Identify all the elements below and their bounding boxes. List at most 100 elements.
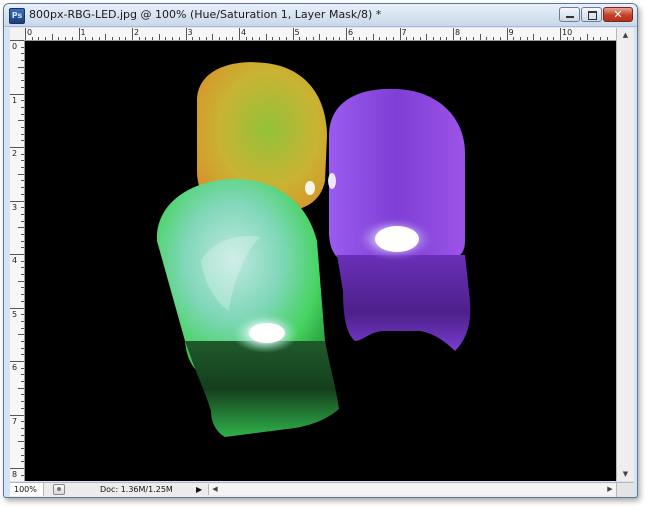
ruler-tick bbox=[21, 407, 24, 409]
ruler-tick bbox=[419, 37, 421, 40]
ruler-label: 5 bbox=[294, 28, 300, 37]
ruler-tick bbox=[132, 28, 133, 40]
ruler-tick bbox=[21, 80, 24, 82]
ruler-tick bbox=[359, 37, 361, 40]
ruler-tick bbox=[21, 106, 24, 108]
ruler-label: 9 bbox=[508, 28, 514, 37]
ruler-tick bbox=[560, 28, 561, 40]
image-canvas[interactable] bbox=[25, 41, 616, 481]
ruler-tick bbox=[158, 34, 160, 40]
ruler-tick bbox=[606, 37, 608, 40]
ruler-tick bbox=[493, 37, 495, 40]
status-bar: 100% Doc: 1.36M/1.25M ▶ ◀ ▶ bbox=[10, 482, 617, 497]
ruler-tick bbox=[21, 454, 24, 456]
scroll-right-arrow-icon[interactable]: ▶ bbox=[604, 484, 616, 495]
ruler-tick bbox=[10, 468, 24, 469]
ruler-tick bbox=[21, 287, 24, 289]
ruler-tick bbox=[172, 37, 174, 40]
ruler-tick bbox=[178, 37, 180, 40]
horizontal-scrollbar[interactable]: ◀ ▶ bbox=[208, 484, 617, 495]
maximize-button[interactable] bbox=[581, 7, 602, 22]
ruler-tick bbox=[372, 34, 374, 40]
ruler-tick bbox=[21, 447, 24, 449]
ruler-label: 1 bbox=[80, 28, 86, 37]
ruler-tick bbox=[272, 37, 274, 40]
ruler-tick bbox=[399, 28, 401, 40]
scroll-down-arrow-icon[interactable]: ▼ bbox=[617, 467, 634, 481]
horizontal-ruler[interactable]: 0 1 2 3 4 5 6 7 8 9 10 bbox=[24, 28, 616, 41]
ruler-tick bbox=[432, 37, 434, 40]
doc-size-info: Doc: 1.36M/1.25M bbox=[100, 485, 173, 494]
ruler-tick bbox=[45, 37, 47, 40]
minimize-button[interactable] bbox=[559, 7, 580, 22]
ruler-tick bbox=[319, 34, 321, 40]
ruler-tick bbox=[18, 387, 24, 389]
ruler-tick bbox=[21, 314, 24, 316]
ruler-label: 8 bbox=[455, 28, 461, 37]
purple-led bbox=[328, 88, 471, 351]
ruler-tick bbox=[138, 37, 140, 40]
status-options-icon[interactable] bbox=[53, 484, 65, 495]
ruler-tick bbox=[212, 34, 214, 40]
ruler-tick bbox=[580, 37, 582, 40]
ruler-tick bbox=[21, 381, 24, 383]
ruler-tick bbox=[21, 140, 24, 142]
ruler-tick bbox=[21, 427, 24, 429]
ruler-tick bbox=[125, 37, 127, 40]
ruler-tick bbox=[21, 401, 24, 403]
led-image bbox=[156, 62, 471, 437]
ruler-tick bbox=[21, 394, 24, 396]
ruler-tick bbox=[21, 274, 24, 276]
maximize-icon bbox=[588, 11, 597, 20]
ruler-label: 3 bbox=[187, 28, 193, 37]
ruler-tick bbox=[600, 37, 602, 40]
ruler-tick bbox=[279, 37, 281, 40]
ruler-tick bbox=[21, 213, 24, 215]
ruler-tick bbox=[21, 193, 24, 195]
window-title: 800px-RBG-LED.jpg @ 100% (Hue/Saturation… bbox=[29, 8, 382, 21]
ruler-tick bbox=[21, 421, 24, 423]
ruler-tick bbox=[185, 28, 187, 40]
ruler-tick bbox=[21, 126, 24, 128]
ruler-tick bbox=[292, 28, 294, 40]
ruler-tick bbox=[406, 37, 408, 40]
ruler-label: 2 bbox=[12, 149, 18, 158]
ruler-label: 4 bbox=[12, 256, 18, 265]
vertical-ruler[interactable]: 0 1 2 3 4 5 6 7 8 bbox=[10, 40, 25, 481]
ruler-tick bbox=[325, 37, 327, 40]
scroll-left-arrow-icon[interactable]: ◀ bbox=[209, 484, 221, 495]
resize-grip-icon[interactable] bbox=[616, 482, 634, 497]
ruler-tick bbox=[21, 267, 24, 269]
ruler-tick bbox=[21, 167, 24, 169]
ruler-tick bbox=[18, 66, 24, 68]
ruler-tick bbox=[439, 37, 441, 40]
ruler-tick bbox=[21, 187, 24, 189]
title-bar[interactable]: Ps 800px-RBG-LED.jpg @ 100% (Hue/Saturat… bbox=[4, 4, 637, 27]
ruler-tick bbox=[21, 73, 24, 75]
ruler-tick bbox=[18, 173, 24, 175]
ruler-tick bbox=[573, 37, 575, 40]
ruler-tick bbox=[21, 133, 24, 135]
ruler-tick bbox=[105, 34, 107, 40]
ruler-tick bbox=[486, 37, 488, 40]
ruler-tick bbox=[593, 37, 595, 40]
ruler-label: 7 bbox=[12, 416, 18, 426]
ruler-tick bbox=[265, 34, 267, 40]
ruler-tick bbox=[412, 37, 414, 40]
zoom-field[interactable]: 100% bbox=[10, 483, 44, 496]
close-button[interactable]: ✕ bbox=[603, 7, 633, 22]
status-menu-arrow-icon[interactable]: ▶ bbox=[196, 483, 202, 496]
ruler-tick bbox=[10, 361, 24, 362]
ruler-tick bbox=[145, 37, 147, 40]
ruler-tick bbox=[499, 37, 501, 40]
ruler-tick bbox=[21, 320, 24, 322]
scroll-up-arrow-icon[interactable]: ▲ bbox=[617, 28, 634, 42]
minimize-icon bbox=[566, 16, 574, 18]
ruler-tick bbox=[21, 461, 24, 463]
vertical-scrollbar[interactable]: ▲ ▼ bbox=[616, 28, 634, 481]
ruler-tick bbox=[21, 434, 24, 436]
ruler-tick bbox=[285, 37, 287, 40]
document-window: Ps 800px-RBG-LED.jpg @ 100% (Hue/Saturat… bbox=[3, 3, 638, 498]
ruler-tick bbox=[506, 28, 508, 40]
ruler-tick bbox=[21, 180, 24, 182]
